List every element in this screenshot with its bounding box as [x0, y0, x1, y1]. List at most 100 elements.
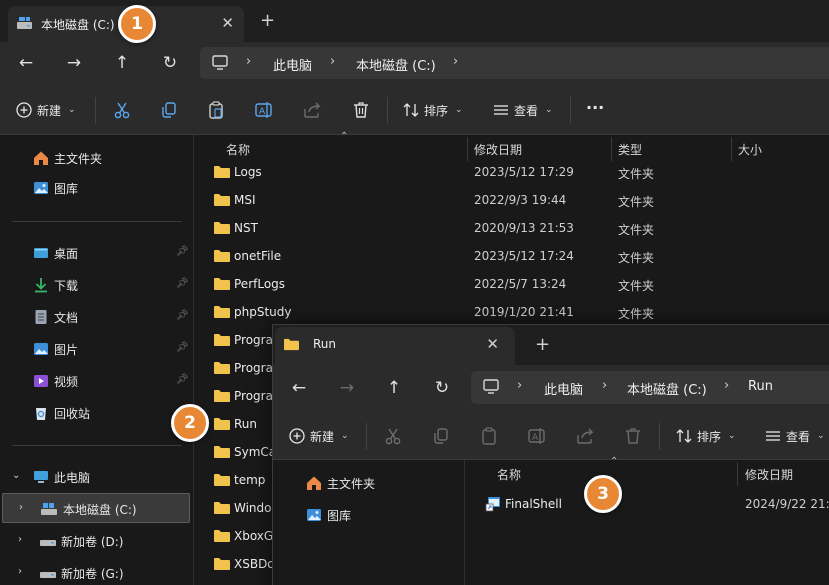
sidebar-item-label: 回收站 — [54, 407, 91, 421]
sidebar-item-home[interactable]: 主文件夹 — [0, 143, 190, 173]
column-header-modified[interactable]: 修改日期 — [745, 466, 793, 483]
paste-icon[interactable] — [206, 100, 226, 120]
share-icon[interactable] — [302, 100, 322, 120]
view-button[interactable]: 查看 ⌄ — [493, 99, 553, 121]
sidebar-item-downloads[interactable]: 下载 📌︎ — [0, 270, 190, 300]
back-button[interactable]: ← — [285, 375, 313, 401]
breadcrumb-c-drive[interactable]: 本地磁盘 (C:) — [356, 55, 436, 74]
pin-icon[interactable]: 📌︎ — [176, 310, 189, 321]
new-button[interactable]: 新建 ⌄ — [289, 425, 349, 447]
refresh-button[interactable]: ↻ — [428, 375, 456, 401]
up-button[interactable]: ↑ — [380, 375, 408, 401]
chevron-down-icon[interactable]: ⌄ — [12, 470, 20, 481]
table-row[interactable]: NST 2020/9/13 21:53 文件夹 — [194, 214, 829, 242]
folder-icon — [214, 530, 230, 542]
share-icon[interactable] — [575, 426, 595, 446]
pin-icon[interactable]: 📌︎ — [176, 374, 189, 385]
back-button[interactable]: ← — [12, 50, 40, 76]
delete-icon[interactable] — [351, 100, 371, 120]
delete-icon[interactable] — [623, 426, 643, 446]
sidebar-item-documents[interactable]: 文档 📌︎ — [0, 302, 190, 332]
sidebar-item-gallery[interactable]: 图库 — [0, 173, 190, 203]
copy-icon[interactable] — [431, 426, 451, 446]
sidebar-item-recycle-bin[interactable]: 回收站 — [0, 398, 190, 428]
chevron-right-icon[interactable]: › — [19, 502, 23, 513]
chevron-down-icon: ⌄ — [455, 105, 463, 115]
tab-run[interactable]: Run ✕ — [275, 327, 515, 365]
breadcrumb-c-drive[interactable]: 本地磁盘 (C:) — [627, 379, 707, 398]
new-tab-button[interactable]: + — [260, 10, 275, 31]
copy-icon[interactable] — [159, 100, 179, 120]
sidebar-item-pictures[interactable]: 图片 📌︎ — [0, 334, 190, 364]
pin-icon[interactable]: 📌︎ — [176, 246, 189, 257]
table-row[interactable]: phpStudy 2019/1/20 21:41 文件夹 — [194, 298, 829, 326]
sidebar-item-home[interactable]: 主文件夹 — [273, 468, 463, 498]
sidebar-item-label: 新加卷 (D:) — [61, 535, 124, 549]
navigation-pane: 主文件夹 图库 — [273, 460, 464, 585]
folder-icon — [284, 338, 299, 351]
folder-type: 文件夹 — [618, 195, 655, 209]
paste-icon[interactable] — [479, 426, 499, 446]
close-tab-icon[interactable]: ✕ — [221, 14, 234, 32]
new-tab-button[interactable]: + — [535, 334, 550, 355]
sidebar-item-this-pc[interactable]: ⌄ 此电脑 — [0, 462, 190, 492]
toolbar-divider — [95, 97, 96, 124]
folder-icon — [214, 278, 230, 290]
sort-button[interactable]: 排序 ⌄ — [403, 99, 463, 121]
sidebar-item-g-drive[interactable]: › 新加卷 (G:) — [0, 558, 190, 585]
sidebar-item-videos[interactable]: 视频 📌︎ — [0, 366, 190, 396]
forward-button[interactable]: → — [333, 375, 361, 401]
home-icon — [34, 151, 48, 165]
sort-button[interactable]: 排序 ⌄ — [676, 425, 736, 447]
cut-icon[interactable] — [112, 100, 132, 120]
list-item[interactable]: FinalShell 2024/9/22 21:1 — [465, 490, 829, 518]
new-button[interactable]: 新建 ⌄ — [16, 99, 76, 121]
table-row[interactable]: MSI 2022/9/3 19:44 文件夹 — [194, 186, 829, 214]
sidebar-item-desktop[interactable]: 桌面 📌︎ — [0, 238, 190, 268]
pin-icon[interactable]: 📌︎ — [176, 278, 189, 289]
forward-button[interactable]: → — [60, 50, 88, 76]
sidebar-item-gallery[interactable]: 图库 — [273, 500, 463, 530]
navigation-bar: ← → ↑ ↻ › 此电脑 › 本地磁盘 (C:) › Run — [273, 365, 829, 412]
table-row[interactable]: PerfLogs 2022/5/7 13:24 文件夹 — [194, 270, 829, 298]
rename-icon[interactable]: A — [527, 426, 547, 446]
column-header-modified[interactable]: 修改日期 — [474, 141, 522, 158]
sidebar-item-d-drive[interactable]: › 新加卷 (D:) — [0, 526, 190, 556]
column-header-type[interactable]: 类型 — [618, 141, 642, 158]
sidebar-item-c-drive[interactable]: › 本地磁盘 (C:) — [2, 493, 190, 523]
address-bar[interactable]: › 此电脑 › 本地磁盘 (C:) › Run — [471, 371, 829, 404]
cut-icon[interactable] — [383, 426, 403, 446]
more-options-button[interactable]: ··· — [586, 96, 604, 118]
up-button[interactable]: ↑ — [108, 50, 136, 76]
sidebar-item-label: 新加卷 (G:) — [61, 567, 124, 581]
breadcrumb-run[interactable]: Run — [748, 379, 773, 394]
table-row[interactable]: Logs 2023/5/12 17:29 文件夹 — [194, 158, 829, 186]
column-header-name[interactable]: 名称 — [226, 141, 250, 158]
breadcrumb-separator: › — [517, 378, 523, 393]
breadcrumb-this-pc[interactable]: 此电脑 — [544, 379, 583, 398]
sidebar-item-label: 图库 — [54, 182, 79, 196]
sidebar-divider — [12, 445, 182, 446]
folder-type: 文件夹 — [618, 251, 655, 265]
address-bar[interactable]: › 此电脑 › 本地磁盘 (C:) › — [200, 47, 829, 79]
app-shortcut-icon — [485, 497, 500, 512]
toolbar-divider — [659, 423, 660, 450]
chevron-right-icon[interactable]: › — [18, 534, 22, 545]
breadcrumb-this-pc[interactable]: 此电脑 — [273, 55, 312, 74]
pin-icon[interactable]: 📌︎ — [176, 342, 189, 353]
chevron-right-icon[interactable]: › — [18, 566, 22, 577]
view-label: 查看 — [786, 429, 811, 444]
folder-name: SymCa — [234, 445, 277, 459]
view-icon — [494, 105, 508, 115]
view-button[interactable]: 查看 ⌄ — [765, 425, 825, 447]
sort-ascending-icon: ⌃ — [340, 131, 349, 142]
recycle-bin-icon — [36, 408, 46, 420]
sort-label: 排序 — [424, 103, 449, 118]
column-header-name[interactable]: 名称 — [497, 466, 521, 483]
tab-title: Run — [313, 337, 337, 351]
table-row[interactable]: onetFile 2023/5/12 17:24 文件夹 — [194, 242, 829, 270]
refresh-button[interactable]: ↻ — [156, 50, 184, 76]
column-header-size[interactable]: 大小 — [738, 141, 762, 158]
close-tab-icon[interactable]: ✕ — [486, 335, 499, 353]
rename-icon[interactable]: A — [254, 100, 274, 120]
